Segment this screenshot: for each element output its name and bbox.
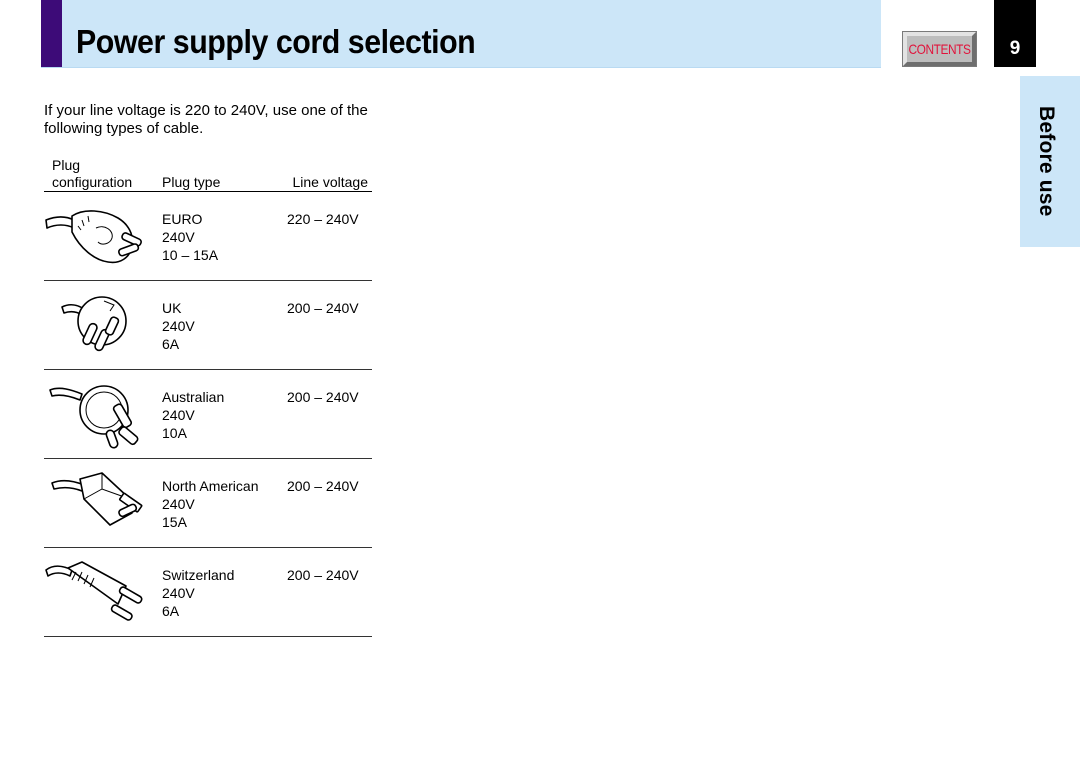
table-row: EURO 240V 10 – 15A 220 – 240V (44, 192, 372, 281)
section-tab[interactable]: Before use (1020, 76, 1080, 247)
australian-plug-icon (49, 385, 139, 449)
page-number: 9 (994, 0, 1036, 67)
plug-rating-current: 6A (162, 336, 180, 352)
line-voltage-cell: 220 – 240V (287, 211, 359, 227)
header-config-line1: Plug (52, 157, 81, 173)
header-config-line2: configuration (52, 174, 133, 190)
table-row: Australian 240V 10A 200 – 240V (44, 370, 372, 459)
plug-type-name: EURO (162, 211, 203, 227)
plug-type-cell: EURO 240V 10 – 15A (162, 210, 218, 264)
page-title: Power supply cord selection (76, 23, 476, 60)
header-plug-configuration: Plug configuration (52, 157, 152, 191)
plug-type-cell: North American 240V 15A (162, 477, 258, 531)
switzerland-plug-icon (45, 561, 143, 621)
plug-rating-current: 10A (162, 425, 187, 441)
table-header: Plug configuration Plug type Line voltag… (44, 157, 372, 192)
line-voltage-cell: 200 – 240V (287, 300, 359, 316)
plug-rating-current: 6A (162, 603, 180, 619)
contents-label: CONTENTS (908, 41, 971, 57)
line-voltage-cell: 200 – 240V (287, 478, 359, 494)
plug-rating-voltage: 240V (162, 318, 195, 334)
north-american-plug-icon (51, 472, 143, 526)
plug-type-name: UK (162, 300, 182, 316)
table-row: North American 240V 15A 200 – 240V (44, 459, 372, 548)
plug-rating-voltage: 240V (162, 229, 195, 245)
plug-rating-current: 10 – 15A (162, 247, 219, 263)
line-voltage-cell: 200 – 240V (287, 567, 359, 583)
plug-type-cell: Switzerland 240V 6A (162, 566, 234, 620)
plug-type-name: North American (162, 478, 259, 494)
table-row: Switzerland 240V 6A 200 – 240V (44, 548, 372, 637)
section-tab-label: Before use (1035, 106, 1058, 217)
header-accent (41, 0, 62, 67)
uk-plug-icon (61, 296, 127, 352)
plug-rating-voltage: 240V (162, 585, 195, 601)
plug-type-cell: UK 240V 6A (162, 299, 195, 353)
contents-button[interactable]: CONTENTS (902, 31, 977, 67)
plug-rating-current: 15A (162, 514, 187, 530)
header-line-voltage: Line voltage (292, 174, 368, 190)
intro-text: If your line voltage is 220 to 240V, use… (44, 102, 368, 137)
table-row: UK 240V 6A 200 – 240V (44, 281, 372, 370)
plug-type-cell: Australian 240V 10A (162, 388, 224, 442)
euro-plug-icon (45, 210, 142, 264)
plug-type-name: Australian (162, 389, 225, 405)
plug-rating-voltage: 240V (162, 496, 195, 512)
line-voltage-cell: 200 – 240V (287, 389, 359, 405)
plug-type-name: Switzerland (162, 567, 235, 583)
plug-table: Plug configuration Plug type Line voltag… (44, 157, 372, 637)
header-plug-type: Plug type (162, 174, 221, 190)
plug-rating-voltage: 240V (162, 407, 195, 423)
